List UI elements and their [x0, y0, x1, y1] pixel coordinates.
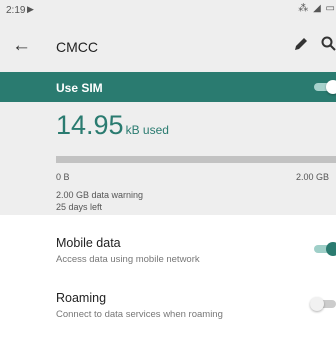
- status-icons: ⁂ ◢ ▭: [298, 3, 336, 14]
- setting-roaming[interactable]: Roaming Connect to data services when ro…: [0, 283, 336, 329]
- status-time: 2:19: [6, 5, 26, 16]
- usage-scale-max: 2.00 GB: [296, 172, 330, 182]
- usage-panel: 14.95 kB used 0 B 2.00 GB 2.00 GB data wa…: [0, 102, 336, 215]
- vibrate-icon: ⁂: [298, 3, 310, 14]
- edit-icon[interactable]: [292, 35, 310, 53]
- setting-subtitle: Connect to data services when roaming: [56, 309, 223, 320]
- toggle-knob: [326, 80, 336, 94]
- usage-scale-min: 0 B: [56, 172, 70, 182]
- back-arrow-icon[interactable]: ←: [12, 35, 31, 57]
- setting-subtitle: Access data using mobile network: [56, 254, 200, 265]
- use-sim-toggle[interactable]: [314, 80, 336, 94]
- page-title: CMCC: [56, 39, 98, 55]
- use-sim-bar[interactable]: Use SIM: [0, 72, 336, 102]
- search-icon[interactable]: [320, 35, 336, 53]
- usage-unit: kB used: [125, 123, 169, 137]
- usage-amount: 14.95 kB used: [56, 110, 169, 141]
- usage-progress-bar: [56, 156, 336, 163]
- data-warning-text: 2.00 GB data warning: [56, 190, 144, 200]
- setting-mobile-data[interactable]: Mobile data Access data using mobile net…: [0, 228, 336, 274]
- play-store-notification-icon: ▶: [27, 4, 34, 14]
- battery-icon: ▭: [325, 3, 336, 14]
- roaming-toggle[interactable]: [310, 297, 336, 311]
- setting-title: Mobile data: [56, 236, 121, 250]
- status-bar: 2:19 ▶ ⁂ ◢ ▭: [0, 0, 336, 22]
- toggle-knob: [310, 297, 324, 311]
- setting-title: Roaming: [56, 291, 107, 305]
- usage-value: 14.95: [56, 110, 124, 140]
- signal-icon: ◢: [313, 3, 322, 14]
- toggle-knob: [326, 242, 336, 256]
- days-left-text: 25 days left: [56, 202, 103, 212]
- mobile-data-toggle[interactable]: [314, 242, 336, 256]
- app-bar: ← CMCC: [0, 22, 336, 72]
- use-sim-label: Use SIM: [56, 81, 103, 95]
